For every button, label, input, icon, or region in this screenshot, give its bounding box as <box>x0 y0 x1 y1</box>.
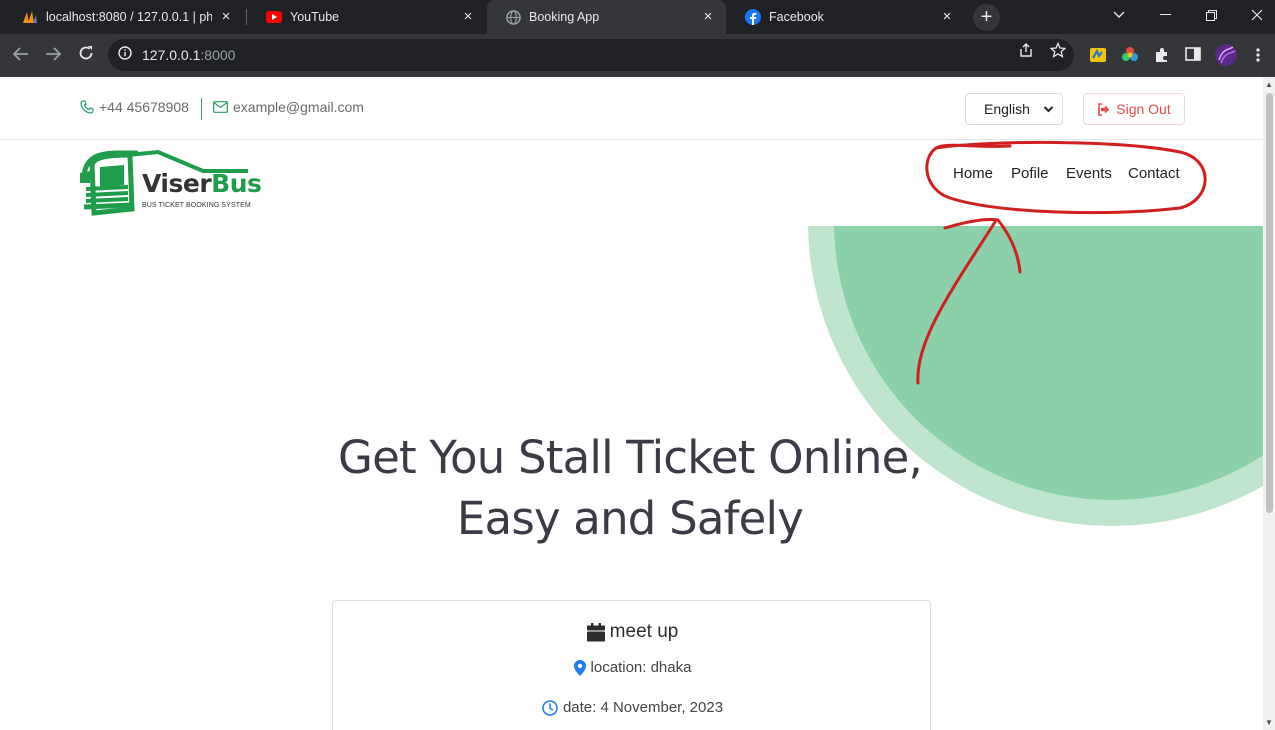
scroll-down-arrow[interactable]: ▼ <box>1265 718 1273 727</box>
youtube-icon <box>266 9 282 25</box>
logo-tagline: BUS TICKET BOOKING SYSTEM <box>142 202 251 209</box>
phone-number: +44 45678908 <box>99 99 189 115</box>
nav-contact[interactable]: Contact <box>1128 165 1180 182</box>
event-date-text: date: 4 November, 2023 <box>562 699 724 716</box>
envelope-icon <box>213 101 228 113</box>
clock-icon <box>542 699 558 716</box>
tab-facebook[interactable]: Facebook × <box>727 0 965 34</box>
scroll-thumb[interactable] <box>1266 93 1273 513</box>
browser-toolbar: 127.0.0.1 :8000 <box>0 34 1275 77</box>
email-address: example@gmail.com <box>233 99 364 115</box>
top-info-bar: +44 45678908 example@gmail.com English S… <box>0 77 1263 140</box>
hero-title-line-2: Easy and Safely <box>456 492 804 545</box>
close-icon[interactable]: × <box>939 9 955 25</box>
logo-name-bus: Bus <box>211 169 262 198</box>
event-location-text: location: dhaka <box>590 659 692 676</box>
globe-icon <box>505 9 521 25</box>
nav-home[interactable]: Home <box>953 165 993 182</box>
contact-divider <box>201 98 202 120</box>
scroll-up-arrow[interactable]: ▲ <box>1265 80 1273 89</box>
tab-phpmyadmin[interactable]: localhost:8080 / 127.0.0.1 | phpMyAdmin … <box>4 0 244 34</box>
page-scrollbar[interactable]: ▲ ▼ <box>1263 77 1275 730</box>
sign-out-icon <box>1098 102 1110 116</box>
url-port: :8000 <box>200 47 236 63</box>
tab-title: Booking App <box>529 10 600 24</box>
site-logo[interactable]: ViserBus BUS TICKET BOOKING SYSTEM <box>78 149 262 217</box>
hero-title-line-1: Get You Stall Ticket Online, <box>338 431 923 484</box>
bookmark-star-icon[interactable] <box>1048 41 1068 62</box>
language-selected: English <box>984 101 1030 117</box>
email-contact[interactable]: example@gmail.com <box>213 99 364 115</box>
puzzle-icon[interactable] <box>1153 46 1171 64</box>
close-icon[interactable]: × <box>218 9 234 25</box>
profile-avatar-icon[interactable] <box>1215 44 1237 66</box>
event-card[interactable]: meet up location: dhaka date: 4 November… <box>332 600 931 730</box>
extension-icon[interactable] <box>1089 46 1107 64</box>
chevron-down-icon <box>1043 106 1054 113</box>
share-icon[interactable] <box>1016 42 1036 62</box>
phone-icon <box>80 100 94 114</box>
logo-name-viser: Viser <box>142 169 212 198</box>
tab-title: YouTube <box>290 10 340 24</box>
side-panel-icon[interactable] <box>1185 46 1203 64</box>
close-icon[interactable]: × <box>700 9 716 25</box>
event-title-text: meet up <box>609 621 679 642</box>
restore-button[interactable] <box>1188 0 1234 30</box>
reload-button[interactable] <box>73 42 99 68</box>
back-button[interactable] <box>8 42 34 68</box>
tab-booking-app[interactable]: Booking App × <box>487 0 726 34</box>
event-date: date: 4 November, 2023 <box>333 699 932 716</box>
facebook-icon <box>745 9 761 25</box>
close-window-button[interactable] <box>1234 0 1275 30</box>
sign-out-label: Sign Out <box>1116 101 1171 117</box>
tab-title: Facebook <box>769 10 824 24</box>
calendar-icon <box>586 622 605 641</box>
web-page: +44 45678908 example@gmail.com English S… <box>0 77 1263 730</box>
sign-out-button[interactable]: Sign Out <box>1083 93 1185 125</box>
phone-contact[interactable]: +44 45678908 <box>80 99 189 115</box>
tab-title: localhost:8080 / 127.0.0.1 | phpMyAdmin <box>46 10 212 24</box>
map-pin-icon <box>573 659 586 676</box>
browser-tab-bar: localhost:8080 / 127.0.0.1 | phpMyAdmin … <box>0 0 1275 34</box>
event-title: meet up <box>333 621 932 643</box>
kebab-menu-icon[interactable] <box>1250 46 1268 64</box>
event-location: location: dhaka <box>333 659 932 676</box>
hero-title: Get You Stall Ticket Online, Easy and Sa… <box>280 427 980 549</box>
tab-youtube[interactable]: YouTube × <box>248 0 486 34</box>
tab-search-icon[interactable] <box>1096 0 1142 30</box>
nav-events[interactable]: Events <box>1066 165 1112 182</box>
close-icon[interactable]: × <box>460 9 476 25</box>
url-host: 127.0.0.1 <box>142 47 201 63</box>
nav-profile[interactable]: Pofile <box>1011 165 1049 182</box>
color-picker-extension-icon[interactable] <box>1121 46 1139 64</box>
logo-wordmark: ViserBus <box>142 169 262 198</box>
tab-separator <box>246 9 247 25</box>
new-tab-button[interactable]: + <box>973 4 1000 31</box>
language-select[interactable]: English <box>965 93 1063 125</box>
address-bar[interactable]: 127.0.0.1 :8000 <box>108 39 1074 71</box>
phpmyadmin-icon <box>22 9 38 25</box>
minimize-button[interactable] <box>1142 0 1188 30</box>
site-info-icon[interactable] <box>108 45 142 65</box>
forward-button[interactable] <box>40 42 66 68</box>
